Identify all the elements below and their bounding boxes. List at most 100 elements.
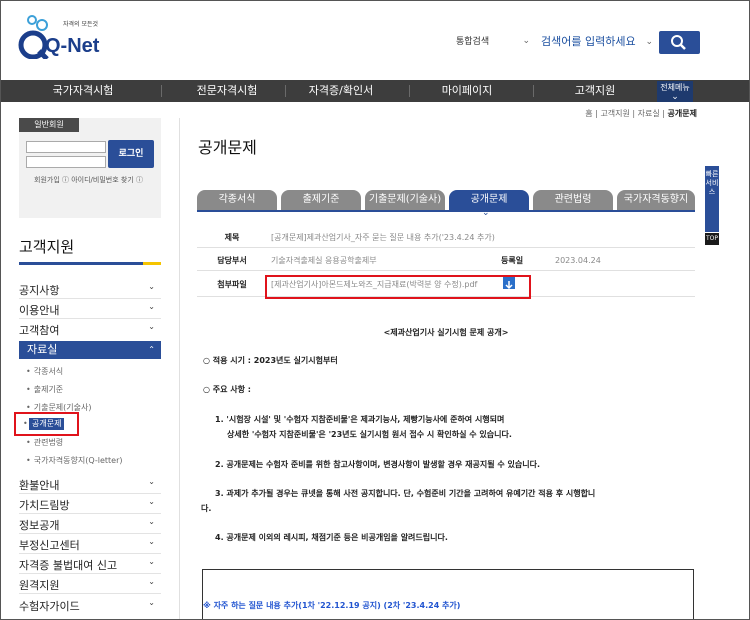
sidebar-item-label: 가치드림방 — [19, 499, 70, 512]
subject-row: 제목 [공개문제]제과산업기사_자주 묻는 질문 내용 추가('23.4.24 … — [197, 227, 695, 248]
qnet-logo[interactable]: 자격의 모든것 Q-Net — [15, 13, 105, 67]
content-divider — [179, 118, 180, 619]
faq-box: ※ 자주 하는 질문 내용 추가(1차 '22.12.19 공지) (2차 '2… — [202, 569, 694, 619]
all-menu-button[interactable]: 전체메뉴 ⌄ — [657, 81, 693, 102]
sidebar-item-guide[interactable]: 이용안내 ⌄ — [19, 302, 161, 318]
chevron-down-icon: ⌄ — [148, 497, 155, 506]
login-box: 일반회원 로그인 회원가입 ⓘ 아이디/비밀번호 찾기 ⓘ — [19, 118, 161, 218]
sidebar-item-disclosure[interactable]: 정보공개 ⌄ — [19, 517, 161, 533]
divider — [19, 493, 161, 494]
password-field[interactable] — [26, 156, 106, 168]
chevron-down-icon: ⌄ — [522, 36, 530, 46]
nav-item-certificate[interactable]: 자격증/확인서 — [277, 80, 405, 102]
highlight-box — [14, 412, 79, 436]
search-scope-label: 통합검색 — [456, 37, 490, 47]
tab-bar: 각종서식 출제기준 기출문제(기술사) 공개문제 관련법령 국가자격동향지 — [197, 190, 695, 210]
page: 자격의 모든것 Q-Net 통합검색 ⌄ 검색어를 입력하세요 ⌄ 국가자격시험… — [0, 0, 750, 620]
chevron-down-icon: ⌄ — [671, 92, 679, 102]
sidebar-item-library[interactable]: 자료실 ⌃ — [19, 341, 161, 359]
sidebar-item-report-center[interactable]: 부정신고센터 ⌄ — [19, 537, 161, 553]
faq-notice: ※ 자주 하는 질문 내용 추가(1차 '22.12.19 공지) (2차 '2… — [203, 601, 461, 610]
chevron-down-icon: ⌄ — [148, 477, 155, 486]
highlight-box — [265, 275, 531, 299]
sidebar-item-participation[interactable]: 고객참여 ⌄ — [19, 322, 161, 338]
sub-item-standards[interactable]: • 출제기준 — [26, 384, 63, 395]
chevron-down-icon: ⌄ — [645, 37, 653, 47]
breadcrumb-support[interactable]: 고객지원 — [600, 109, 629, 118]
sidebar-item-label: 자료실 — [27, 343, 58, 356]
nav-item-professional-exam[interactable]: 전문자격시험 — [163, 80, 291, 102]
sidebar-item-remote-support[interactable]: 원격지원 ⌄ — [19, 577, 161, 593]
sub-item-label: 관련법령 — [33, 438, 64, 447]
sidebar-item-label: 이용안내 — [19, 304, 60, 317]
member-tab[interactable]: 일반회원 — [19, 118, 79, 132]
dept-value: 기술자격출제실 응용공학출제부 — [271, 256, 377, 265]
quick-service-button[interactable]: 빠른서비스 — [705, 166, 719, 232]
login-button[interactable]: 로그인 — [108, 140, 154, 168]
sidebar-item-notice[interactable]: 공지사항 ⌄ — [19, 282, 161, 298]
search-scope-select[interactable]: 통합검색 ⌄ — [456, 34, 536, 52]
tab-past-exams[interactable]: 기출문제(기술사) — [365, 190, 445, 210]
doc-paragraph: 2. 공개문제는 수험자 준비를 위한 참고사항이며, 변경사항이 발생할 경우… — [215, 460, 540, 469]
sidebar-item-value-dream[interactable]: 가치드림방 ⌄ — [19, 497, 161, 513]
doc-paragraph: ○ 적용 시기 : 2023년도 실기시험부터 — [203, 356, 338, 365]
id-field[interactable] — [26, 141, 106, 153]
breadcrumb-library[interactable]: 자료실 — [638, 109, 660, 118]
tab-trends[interactable]: 국가자격동향지 — [617, 190, 695, 210]
nav-item-support[interactable]: 고객지원 — [531, 80, 659, 102]
top-button[interactable]: TOP — [705, 233, 719, 245]
sidebar-item-candidate-guide[interactable]: 수험자가이드 ⌄ — [19, 598, 161, 614]
divider — [19, 513, 161, 514]
divider — [19, 593, 161, 594]
tab-laws[interactable]: 관련법령 — [533, 190, 613, 210]
breadcrumb-home[interactable]: 홈 — [585, 109, 592, 118]
login-links[interactable]: 회원가입 ⓘ 아이디/비밀번호 찾기 ⓘ — [34, 175, 143, 185]
nav-item-national-exam[interactable]: 국가자격시험 — [19, 80, 147, 102]
sidebar-item-refund[interactable]: 환불안내 ⌄ — [19, 477, 161, 493]
chevron-down-icon: ⌄ — [148, 302, 155, 311]
main-nav: 국가자격시험 전문자격시험 자격증/확인서 마이페이지 고객지원 — [1, 80, 749, 102]
search-button[interactable] — [659, 31, 700, 54]
sidebar-item-label: 자격증 불법대여 신고 — [19, 559, 118, 572]
search-input[interactable]: 검색어를 입력하세요 ⌄ — [537, 31, 657, 53]
sidebar-item-illegal-lending[interactable]: 자격증 불법대여 신고 ⌄ — [19, 557, 161, 573]
divider — [19, 573, 161, 574]
sub-item-qletter[interactable]: • 국가자격동향지(Q-letter) — [26, 455, 123, 466]
sidebar-title: 고객지원 — [19, 238, 75, 256]
sub-item-forms[interactable]: • 각종서식 — [26, 366, 63, 377]
sub-item-label: 각종서식 — [33, 367, 64, 376]
tab-underline — [197, 210, 695, 212]
logo-text: Q-Net — [45, 35, 100, 57]
logo-tagline: 자격의 모든것 — [63, 21, 99, 28]
tab-public-questions[interactable]: 공개문제 — [449, 190, 529, 210]
subject-value: [공개문제]제과산업기사_자주 묻는 질문 내용 추가('23.4.24 추가) — [271, 233, 495, 242]
chevron-down-icon: ⌄ — [148, 598, 155, 607]
document-heading: <제과산업기사 실기시험 문제 공개> — [383, 328, 509, 337]
dept-label: 담당부서 — [217, 256, 247, 265]
chevron-down-icon: ⌄ — [148, 577, 155, 586]
date-label: 등록일 — [501, 256, 524, 265]
tab-standards[interactable]: 출제기준 — [281, 190, 361, 210]
breadcrumb-current: 공개문제 — [667, 109, 697, 118]
sidebar-item-label: 고객참여 — [19, 324, 60, 337]
sub-item-laws[interactable]: • 관련법령 — [26, 437, 63, 448]
chevron-down-icon: ⌄ — [148, 322, 155, 331]
divider — [19, 533, 161, 534]
attachment-label: 첨부파일 — [217, 280, 247, 289]
doc-paragraph: 1. '시험장 시설' 및 '수험자 지참준비물'은 제과기능사, 제빵기능사에… — [215, 415, 505, 424]
page-title: 공개문제 — [198, 138, 257, 157]
divider — [19, 553, 161, 554]
divider — [19, 298, 161, 299]
sidebar-item-label: 수험자가이드 — [19, 600, 80, 613]
chevron-down-icon: ⌄ — [148, 537, 155, 546]
chevron-up-icon: ⌃ — [148, 345, 155, 354]
sidebar-item-label: 공지사항 — [19, 284, 60, 297]
divider — [19, 318, 161, 319]
tab-forms[interactable]: 각종서식 — [197, 190, 277, 210]
sub-item-label: 기출문제(기술사) — [33, 403, 92, 412]
subject-label: 제목 — [224, 233, 240, 242]
search-placeholder: 검색어를 입력하세요 — [541, 35, 636, 48]
doc-paragraph: 상세한 '수험자 지참준비물'은 '23년도 실기시험 원서 접수 시 확인하실… — [227, 430, 512, 439]
nav-item-mypage[interactable]: 마이페이지 — [403, 80, 531, 102]
doc-paragraph: 3. 과제가 추가될 경우는 큐넷을 통해 사전 공지합니다. 단, 수험준비 … — [215, 489, 596, 498]
